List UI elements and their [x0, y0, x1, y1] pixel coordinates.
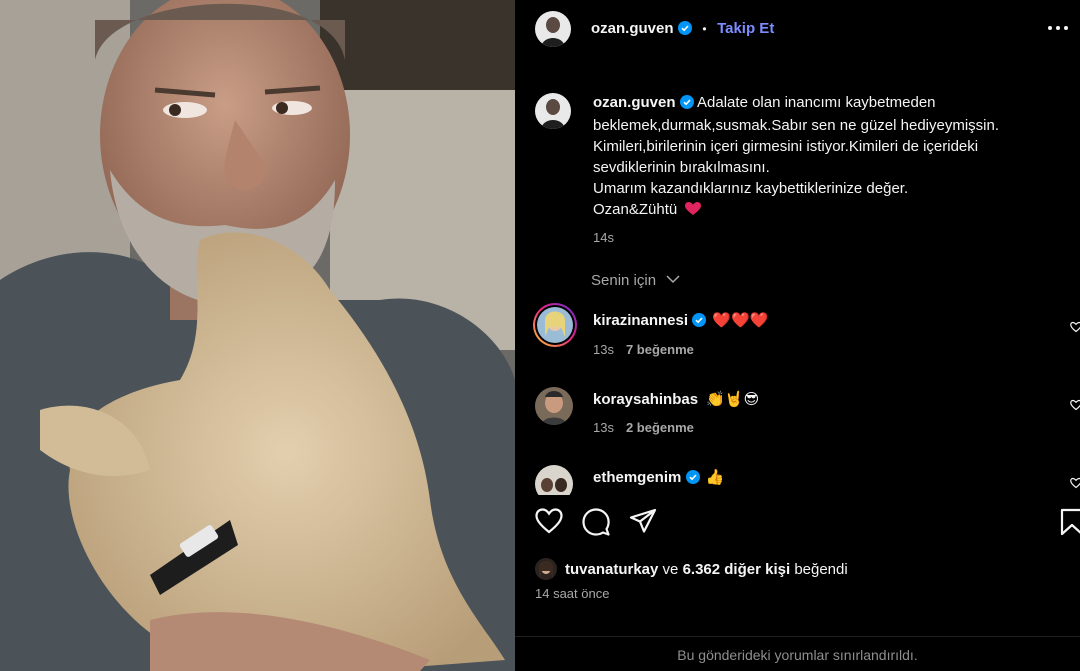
comments-restricted-note: Bu gönderideki yorumlar sınırlandırıldı.: [677, 647, 918, 663]
comment-filter-label: Senin için: [591, 272, 657, 289]
save-bookmark-icon[interactable]: [1059, 508, 1080, 540]
avatar-image: [535, 93, 571, 129]
comment-likes[interactable]: 2 beğenme: [626, 420, 694, 435]
author-avatar[interactable]: [535, 11, 571, 47]
caption-line: Ozan&Zühtü: [593, 201, 678, 218]
avatar-image: [535, 558, 557, 580]
caption-line: Umarım kazandıklarınız kaybettiklerinize…: [593, 180, 909, 197]
like-comment-icon[interactable]: [1070, 320, 1080, 333]
comment-icon[interactable]: [582, 508, 612, 540]
verified-badge-icon: [692, 313, 707, 331]
comment-time[interactable]: 13s: [593, 342, 614, 357]
caption-line: beklemek,durmak,susmak.Sabır sen ne güze…: [593, 117, 1000, 134]
comment-likes[interactable]: 7 beğenme: [626, 342, 694, 357]
comment-avatar[interactable]: [535, 465, 573, 495]
post-actions: [535, 508, 1080, 544]
liker-avatar[interactable]: [535, 558, 557, 580]
avatar-image: [535, 387, 573, 425]
caption-username[interactable]: ozan.guven: [593, 94, 676, 111]
post-caption: ozan.guven Adalate olan inancımı kaybetm…: [593, 92, 1063, 220]
likes-suffix: beğendi: [794, 561, 848, 578]
caption-time[interactable]: 14s: [593, 230, 614, 245]
comment-text: ❤️❤️❤️: [712, 312, 769, 329]
comment-filter-dropdown[interactable]: Senin için: [591, 272, 680, 289]
heart-emoji-icon: [681, 201, 702, 218]
comment-item: koraysahinbas 👏🤘😎 13s 2 beğenme: [515, 385, 1080, 445]
likes-others[interactable]: 6.362 diğer kişi: [683, 561, 791, 578]
comment-line: koraysahinbas 👏🤘😎: [593, 390, 759, 408]
post-details-panel: ozan.guven • Takip Et ozan.guven Adalate…: [515, 0, 1080, 671]
separator-dot: •: [702, 22, 707, 36]
comment-text: 👏🤘😎: [706, 391, 760, 408]
author-username[interactable]: ozan.guven: [591, 20, 674, 37]
post-photo: [0, 0, 515, 671]
comment-avatar[interactable]: [533, 303, 577, 347]
comment-meta: 13s 2 beğenme: [593, 420, 694, 435]
like-icon[interactable]: [535, 508, 565, 540]
comment-username[interactable]: koraysahinbas: [593, 391, 698, 408]
comment-username[interactable]: ethemgenim: [593, 469, 681, 486]
caption-line: Adalate olan inancımı kaybetmeden: [697, 94, 936, 111]
comment-line: kirazinannesi ❤️❤️❤️: [593, 311, 768, 331]
verified-badge-icon: [685, 470, 700, 488]
comment-line: ethemgenim 👍: [593, 468, 724, 488]
divider: [515, 636, 1080, 637]
comment-meta: 13s 7 beğenme: [593, 342, 694, 357]
follow-button[interactable]: Takip Et: [717, 20, 774, 37]
avatar-image: [535, 11, 571, 47]
comment-time[interactable]: 13s: [593, 420, 614, 435]
caption-line: Kimileri,birilerinin içeri girmesini ist…: [593, 138, 979, 155]
avatar-image: [535, 465, 573, 495]
like-comment-icon[interactable]: [1070, 476, 1080, 489]
likes-connector: ve: [662, 561, 679, 578]
verified-badge-icon: [677, 21, 692, 40]
liker-username[interactable]: tuvanaturkay: [565, 561, 658, 578]
caption-avatar[interactable]: [535, 93, 571, 129]
header-line: ozan.guven • Takip Et: [591, 20, 774, 40]
post-image[interactable]: [0, 0, 515, 671]
like-comment-icon[interactable]: [1070, 398, 1080, 411]
comment-item: kirazinannesi ❤️❤️❤️ 13s 7 beğenme: [515, 303, 1080, 363]
comment-item: ethemgenim 👍: [515, 463, 1080, 495]
post-timestamp[interactable]: 14 saat önce: [535, 586, 609, 601]
comment-avatar[interactable]: [535, 387, 573, 425]
comment-username[interactable]: kirazinannesi: [593, 312, 688, 329]
chevron-down-icon: [660, 272, 680, 289]
likes-summary: tuvanaturkay ve 6.362 diğer kişi beğendi: [565, 561, 848, 578]
more-options-icon[interactable]: [1046, 16, 1074, 40]
share-icon[interactable]: [629, 508, 659, 540]
verified-badge-icon: [679, 94, 694, 115]
avatar-image: [537, 307, 573, 343]
post-header: ozan.guven • Takip Et: [515, 0, 1080, 60]
comment-text: 👍: [705, 469, 725, 486]
caption-line: sevdiklerinin bırakılmasını.: [593, 159, 770, 176]
